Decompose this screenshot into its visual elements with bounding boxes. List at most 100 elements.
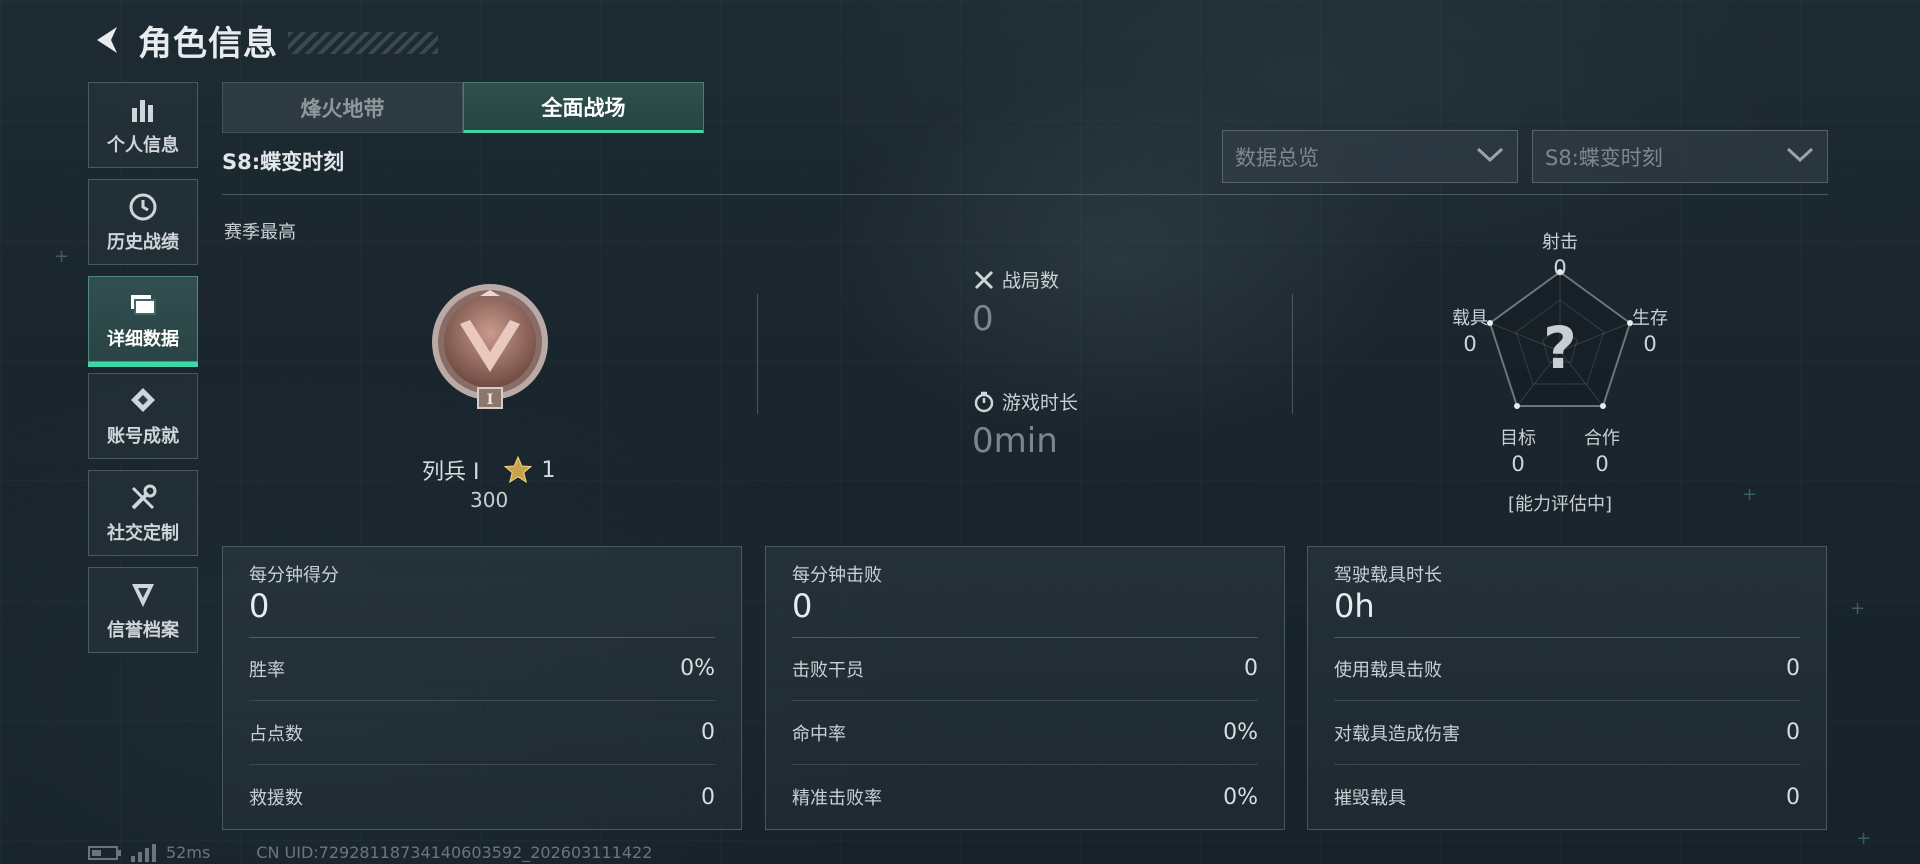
stat-row: 对载具造成伤害 0 — [1334, 701, 1800, 765]
vertical-divider — [1292, 294, 1293, 414]
card-main-value: 0 — [792, 587, 813, 625]
bar-chart-icon — [126, 93, 160, 127]
sidebar-item-label: 历史战绩 — [107, 232, 179, 253]
sidebar-item-label: 信誉档案 — [107, 620, 179, 641]
card-title: 每分钟击败 — [792, 565, 882, 586]
rank-name: 列兵 Ⅰ — [422, 460, 480, 485]
crossed-swords-icon — [972, 268, 996, 292]
stat-label: 对载具造成伤害 — [1334, 723, 1460, 745]
wrench-icon — [126, 481, 160, 515]
sidebar-item-detailed-data[interactable]: 详细数据 — [88, 276, 198, 367]
sidebar-item-label: 个人信息 — [107, 135, 179, 156]
stat-row: 占点数 0 — [249, 701, 715, 765]
stat-row: 救援数 0 — [249, 765, 715, 829]
playtime-stat: 游戏时长 0min — [972, 388, 1078, 461]
sidebar-item-history[interactable]: 历史战绩 — [88, 179, 198, 265]
stat-value: 0% — [1223, 720, 1258, 745]
season-title: S8:蝶变时刻 — [222, 150, 345, 174]
data-view-dropdown[interactable]: 数据总览 — [1222, 130, 1518, 183]
stat-row: 胜率 0% — [249, 637, 715, 701]
card-main-value: 0h — [1334, 587, 1375, 625]
tab-beacon-zone[interactable]: 烽火地带 — [222, 82, 463, 133]
stat-value: 0 — [1244, 656, 1258, 681]
sidebar-item-reputation[interactable]: 信誉档案 — [88, 567, 198, 653]
matches-label: 战局数 — [1002, 270, 1060, 292]
stat-value: 0% — [680, 656, 715, 681]
radar-value-teamwork: 0 — [1595, 452, 1609, 476]
card-title: 每分钟得分 — [249, 565, 339, 586]
ping-value: 52ms — [166, 843, 211, 862]
section-divider — [222, 194, 1828, 195]
matches-stat: 战局数 0 — [972, 266, 1059, 339]
crosshair-decoration: + — [54, 246, 70, 267]
chevron-left-icon[interactable] — [88, 20, 128, 60]
medal-icon — [126, 384, 160, 418]
stat-label: 精准击败率 — [792, 788, 882, 809]
stat-label: 救援数 — [249, 788, 303, 809]
radar-value-survival: 0 — [1643, 332, 1657, 356]
sidebar-item-label: 详细数据 — [107, 329, 179, 350]
clock-icon — [126, 190, 160, 224]
chevron-down-icon — [1785, 145, 1815, 169]
page-header: 角色信息 — [88, 16, 438, 64]
crosshair-decoration: + — [1856, 828, 1872, 849]
dropdown-value: 数据总览 — [1235, 145, 1319, 170]
radar-center-glyph: ? — [1543, 314, 1577, 382]
stat-row: 命中率 0% — [792, 701, 1258, 765]
stat-label: 命中率 — [792, 723, 846, 745]
sidebar-item-achievements[interactable]: 账号成就 — [88, 373, 198, 459]
rank-stars: 1 — [541, 457, 556, 483]
playtime-value: 0min — [972, 421, 1058, 461]
sidebar-item-social[interactable]: 社交定制 — [88, 470, 198, 556]
battery-icon — [88, 845, 122, 861]
crosshair-decoration: + — [1742, 484, 1758, 505]
sidebar: 个人信息 历史战绩 详细数据 账号成就 社交定制 信誉档案 — [88, 82, 198, 664]
score-card: 每分钟得分 0 胜率 0% 占点数 0 救援数 0 — [222, 546, 742, 830]
stopwatch-icon — [972, 390, 996, 414]
sidebar-item-personal-info[interactable]: 个人信息 — [88, 82, 198, 168]
title-decoration — [288, 32, 438, 54]
stat-row: 击败干员 0 — [792, 637, 1258, 701]
matches-value: 0 — [972, 299, 994, 339]
user-uid: CN UID:729281187341406035​92_20260311142… — [256, 843, 653, 862]
season-best-label: 赛季最高 — [224, 222, 296, 243]
stat-row: 摧毁载具 0 — [1334, 765, 1800, 829]
rank-numeral: I — [487, 392, 494, 408]
radar-label-shooting: 射击 — [1542, 232, 1578, 253]
card-main-value: 0 — [249, 587, 270, 625]
vehicle-card: 驾驶载具时长 0h 使用载具击败 0 对载具造成伤害 0 摧毁载具 0 — [1307, 546, 1827, 830]
tab-full-battlefield[interactable]: 全面战场 — [463, 82, 704, 133]
stat-label: 使用载具击败 — [1334, 659, 1442, 681]
page-title: 角色信息 — [138, 23, 278, 64]
radar-value-shooting: 0 — [1553, 256, 1567, 280]
rank-emblem-icon: I — [428, 280, 552, 412]
dropdown-value: S8:蝶变时刻 — [1545, 145, 1663, 170]
stat-row: 精准击败率 0% — [792, 765, 1258, 829]
status-footer: 52ms CN UID:729281187341406035​92_202603… — [88, 843, 652, 862]
stat-value: 0 — [1786, 656, 1800, 681]
stat-label: 摧毁载具 — [1334, 788, 1406, 809]
rank-score: 300 — [470, 488, 509, 512]
folder-icon — [126, 287, 160, 321]
chevron-down-icon — [1475, 145, 1505, 169]
mode-tabs: 烽火地带 全面战场 — [222, 82, 704, 133]
stat-value: 0 — [1786, 784, 1800, 810]
radar-status: [能力评估中] — [1507, 494, 1613, 515]
shield-icon — [126, 578, 160, 612]
radar-label-vehicle: 载具 — [1452, 308, 1488, 329]
star-icon — [503, 455, 533, 485]
stat-label: 胜率 — [249, 659, 285, 681]
stat-value: 0 — [1786, 720, 1800, 745]
radar-value-vehicle: 0 — [1463, 332, 1477, 356]
sidebar-item-label: 账号成就 — [107, 426, 179, 447]
vertical-divider — [757, 294, 758, 414]
season-dropdown[interactable]: S8:蝶变时刻 — [1532, 130, 1828, 183]
crosshair-decoration: + — [1850, 598, 1866, 619]
stat-row: 使用载具击败 0 — [1334, 637, 1800, 701]
stat-value: 0 — [701, 784, 715, 810]
radar-label-teamwork: 合作 — [1584, 428, 1620, 449]
ability-radar: ? 射击 0 生存 0 合作 0 目标 0 载具 0 [能力评估中] — [1440, 226, 1680, 516]
stat-label: 占点数 — [249, 723, 303, 745]
rank-line: 列兵 Ⅰ 1 — [422, 454, 555, 486]
stat-value: 0% — [1223, 784, 1258, 810]
